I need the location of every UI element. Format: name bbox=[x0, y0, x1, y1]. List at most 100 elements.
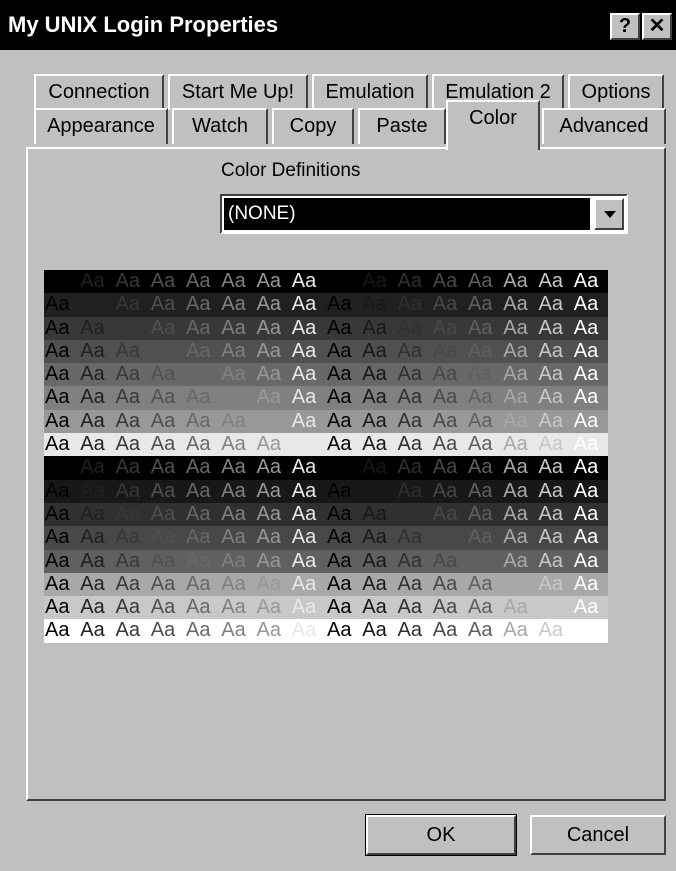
color-swatch[interactable]: Aa bbox=[431, 386, 467, 410]
color-swatch[interactable]: Aa bbox=[361, 456, 397, 480]
color-swatch[interactable]: Aa bbox=[361, 619, 397, 643]
color-swatch[interactable]: Aa bbox=[44, 526, 80, 550]
color-swatch[interactable]: Aa bbox=[326, 456, 362, 480]
color-swatch[interactable]: Aa bbox=[255, 572, 291, 597]
color-swatch[interactable]: Aa bbox=[255, 456, 291, 480]
color-swatch[interactable]: Aa bbox=[572, 572, 608, 597]
color-swatch[interactable]: Aa bbox=[185, 549, 221, 573]
color-swatch[interactable]: Aa bbox=[79, 479, 115, 503]
color-swatch[interactable]: Aa bbox=[255, 293, 291, 317]
color-swatch[interactable]: Aa bbox=[149, 293, 185, 317]
color-swatch[interactable]: Aa bbox=[114, 339, 150, 364]
color-swatch[interactable]: Aa bbox=[572, 526, 608, 550]
color-swatch[interactable]: Aa bbox=[255, 479, 291, 503]
color-swatch[interactable]: Aa bbox=[220, 339, 256, 364]
color-swatch[interactable]: Aa bbox=[431, 479, 467, 503]
color-swatch[interactable]: Aa bbox=[290, 386, 326, 410]
color-swatch[interactable]: Aa bbox=[326, 270, 362, 294]
color-swatch[interactable]: Aa bbox=[79, 386, 115, 410]
color-swatch[interactable]: Aa bbox=[255, 433, 291, 457]
tab-options[interactable]: Options bbox=[568, 74, 664, 110]
color-swatch[interactable]: Aa bbox=[467, 270, 503, 294]
color-swatch[interactable]: Aa bbox=[290, 502, 326, 527]
color-swatch[interactable]: Aa bbox=[572, 316, 608, 340]
color-swatch[interactable]: Aa bbox=[79, 363, 115, 387]
color-swatch[interactable]: Aa bbox=[220, 549, 256, 573]
color-swatch[interactable]: Aa bbox=[396, 549, 432, 573]
color-swatch[interactable]: Aa bbox=[220, 293, 256, 317]
color-swatch[interactable]: Aa bbox=[79, 456, 115, 480]
tab-watch[interactable]: Watch bbox=[172, 108, 268, 144]
color-swatch[interactable]: Aa bbox=[79, 339, 115, 364]
tab-color[interactable]: Color bbox=[446, 100, 540, 150]
color-swatch[interactable]: Aa bbox=[502, 456, 538, 480]
color-swatch[interactable]: Aa bbox=[290, 456, 326, 480]
color-swatch[interactable]: Aa bbox=[114, 433, 150, 457]
color-swatch[interactable]: Aa bbox=[149, 386, 185, 410]
color-swatch[interactable]: Aa bbox=[326, 363, 362, 387]
color-swatch[interactable]: Aa bbox=[361, 339, 397, 364]
color-swatch[interactable]: Aa bbox=[149, 549, 185, 573]
color-swatch[interactable]: Aa bbox=[537, 316, 573, 340]
color-swatch[interactable]: Aa bbox=[149, 526, 185, 550]
color-swatch[interactable]: Aa bbox=[326, 339, 362, 364]
color-swatch[interactable]: Aa bbox=[467, 619, 503, 643]
color-swatch[interactable]: Aa bbox=[220, 363, 256, 387]
color-swatch[interactable]: Aa bbox=[220, 526, 256, 550]
color-swatch[interactable]: Aa bbox=[290, 433, 326, 457]
color-swatch[interactable]: Aa bbox=[149, 619, 185, 643]
color-swatch[interactable]: Aa bbox=[114, 363, 150, 387]
color-swatch[interactable]: Aa bbox=[79, 526, 115, 550]
color-swatch[interactable]: Aa bbox=[185, 619, 221, 643]
color-swatch[interactable]: Aa bbox=[149, 433, 185, 457]
color-swatch[interactable]: Aa bbox=[431, 502, 467, 527]
color-swatch[interactable]: Aa bbox=[114, 549, 150, 573]
color-swatch[interactable]: Aa bbox=[326, 479, 362, 503]
color-swatch[interactable]: Aa bbox=[467, 339, 503, 364]
color-swatch[interactable]: Aa bbox=[361, 526, 397, 550]
color-swatch[interactable]: Aa bbox=[220, 572, 256, 597]
color-swatch[interactable]: Aa bbox=[572, 596, 608, 620]
color-swatch[interactable]: Aa bbox=[431, 572, 467, 597]
color-swatch[interactable]: Aa bbox=[79, 293, 115, 317]
color-swatch[interactable]: Aa bbox=[255, 386, 291, 410]
color-swatch[interactable]: Aa bbox=[79, 270, 115, 294]
color-swatch[interactable]: Aa bbox=[502, 479, 538, 503]
color-swatch[interactable]: Aa bbox=[220, 433, 256, 457]
color-swatch[interactable]: Aa bbox=[44, 386, 80, 410]
color-swatch[interactable]: Aa bbox=[537, 270, 573, 294]
color-swatch[interactable]: Aa bbox=[44, 270, 80, 294]
color-swatch[interactable]: Aa bbox=[149, 479, 185, 503]
color-swatch[interactable]: Aa bbox=[255, 316, 291, 340]
color-swatch[interactable]: Aa bbox=[290, 596, 326, 620]
help-button[interactable]: ? bbox=[610, 13, 640, 40]
color-swatch[interactable]: Aa bbox=[361, 270, 397, 294]
tab-emulation[interactable]: Emulation bbox=[312, 74, 428, 110]
color-swatch[interactable]: Aa bbox=[537, 409, 573, 434]
color-swatch[interactable]: Aa bbox=[467, 502, 503, 527]
color-swatch[interactable]: Aa bbox=[255, 270, 291, 294]
color-swatch[interactable]: Aa bbox=[537, 619, 573, 643]
color-swatch[interactable]: Aa bbox=[572, 502, 608, 527]
tab-paste[interactable]: Paste bbox=[358, 108, 446, 144]
color-swatch[interactable]: Aa bbox=[185, 433, 221, 457]
color-swatch[interactable]: Aa bbox=[431, 619, 467, 643]
color-swatch[interactable]: Aa bbox=[537, 339, 573, 364]
cancel-button[interactable]: Cancel bbox=[530, 815, 666, 855]
color-swatch[interactable]: Aa bbox=[79, 572, 115, 597]
tab-start-me-up[interactable]: Start Me Up! bbox=[168, 74, 308, 110]
color-swatch[interactable]: Aa bbox=[114, 386, 150, 410]
color-swatch[interactable]: Aa bbox=[44, 596, 80, 620]
color-swatch[interactable]: Aa bbox=[290, 619, 326, 643]
color-swatch[interactable]: Aa bbox=[79, 433, 115, 457]
color-swatch[interactable]: Aa bbox=[185, 270, 221, 294]
color-swatch[interactable]: Aa bbox=[572, 363, 608, 387]
color-swatch[interactable]: Aa bbox=[114, 596, 150, 620]
color-swatch[interactable]: Aa bbox=[537, 526, 573, 550]
color-swatch[interactable]: Aa bbox=[220, 479, 256, 503]
color-swatch[interactable]: Aa bbox=[290, 363, 326, 387]
color-swatch[interactable]: Aa bbox=[467, 363, 503, 387]
color-swatch[interactable]: Aa bbox=[361, 549, 397, 573]
color-swatch[interactable]: Aa bbox=[79, 409, 115, 434]
color-swatch[interactable]: Aa bbox=[326, 526, 362, 550]
